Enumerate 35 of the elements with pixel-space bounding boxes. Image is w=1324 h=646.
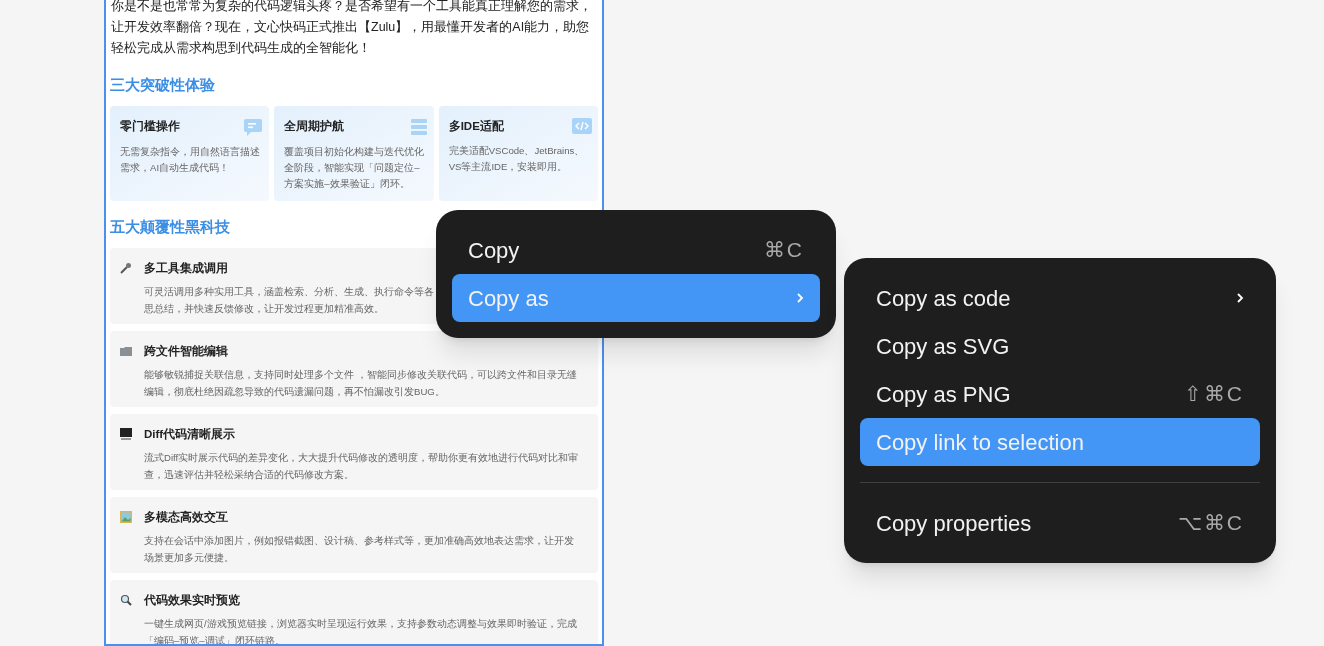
item-title: 跨文件智能编辑	[144, 343, 228, 359]
shortcut-label: ⌘C	[763, 237, 804, 264]
menu-item[interactable]: Copy as PNG ⇧⌘C	[860, 370, 1260, 418]
card-title: 全周期护航	[284, 118, 345, 135]
menu-item[interactable]: Copy properties ⌥⌘C	[860, 499, 1260, 547]
menu-item[interactable]: Copy as code	[860, 274, 1260, 322]
shortcut-label: ⇧⌘C	[1183, 381, 1244, 408]
card-title: 多IDE适配	[448, 118, 504, 134]
chat-icon	[243, 117, 264, 136]
item-description: 可灵活调用多种实用工具，涵盖检索、分析、生成、执行命令等各	[144, 284, 434, 299]
item-title: Diff代码清晰展示	[144, 426, 236, 442]
card-title: 零门槛操作	[120, 118, 180, 135]
menu-item[interactable]: Copy ⌘C	[452, 226, 820, 274]
picture-icon	[120, 511, 132, 524]
intro-paragraph: 你是不是也常常为复杂的代码逻辑头疼？是否希望有一个工具能真正理解您的需求，让开发效率翻倍？现在，文心快码正式推出【Zulu】，用最懂开发者的AI能力，助您轻松完成从需求构思到代码生成的全智能化！	[110, 0, 593, 57]
list-icon	[409, 117, 428, 136]
code-icon	[572, 118, 592, 135]
item-description: 支持在会话中添加图片，例如报错截图、设计稿、参考样式等，更加准确高效地表达需求，让开发场景更加多元便捷。	[144, 533, 575, 565]
monitor-icon	[120, 428, 132, 441]
item-title: 多模态高效交互	[144, 509, 228, 525]
search-icon	[120, 594, 132, 607]
wrench-icon	[120, 262, 132, 275]
section-heading: 五大颠覆性黑科技	[110, 217, 230, 237]
shortcut-label: ⌥⌘C	[1177, 510, 1244, 537]
item-title: 多工具集成调用	[144, 260, 228, 276]
item-description: 能够敏锐捕捉关联信息，支持同时处理多个文件 ，智能同步修改关联代码，可以跨文件和目录无缝编辑，彻底杜绝因疏忽导致的代码遗漏问题，再不怕漏改引发BUG。	[144, 367, 578, 399]
item-description: 流式Diff实时展示代码的差异变化，大大提升代码修改的透明度，帮助你更有效地进行代码对比和审查，迅速评估并轻松采纳合适的代码修改方案。	[144, 450, 580, 482]
menu-item[interactable]: Copy as SVG	[860, 322, 1260, 370]
item-description: 思总结，并快速反馈修改，让开发过程更加精准高效。	[144, 301, 384, 316]
folder-icon	[120, 345, 132, 357]
card-description: 完美适配VSCode、JetBrains、VS等主流IDE，安装即用。	[448, 144, 586, 174]
item-title: 代码效果实时预览	[144, 592, 240, 608]
section-heading: 三大突破性体验	[110, 76, 215, 95]
card-description: 覆盖项目初始化构建与迭代优化全阶段，智能实现「问题定位–方案实施–效果验证」闭环。	[284, 144, 426, 191]
card-description: 无需复杂指令，用自然语言描述需求，AI自动生成代码！	[120, 144, 261, 175]
